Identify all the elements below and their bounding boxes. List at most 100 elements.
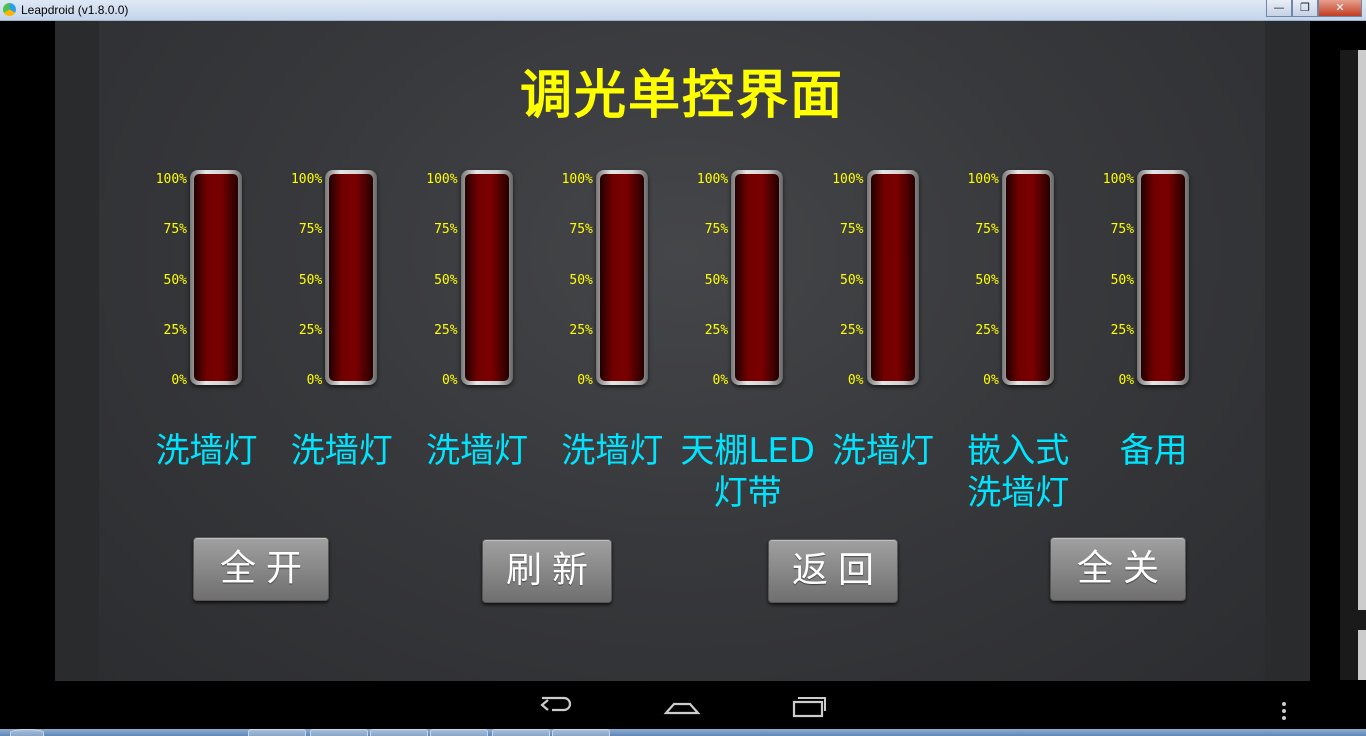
back-button[interactable]: 返回 — [768, 539, 898, 603]
slider-track[interactable] — [329, 174, 374, 381]
scale-label: 100% — [155, 172, 187, 187]
slider-track[interactable] — [870, 174, 915, 381]
scale-label: 0% — [577, 373, 593, 388]
scale-label: 25% — [569, 323, 593, 338]
strip-segment — [1358, 50, 1366, 610]
close-icon: ✕ — [1335, 1, 1345, 14]
dimmer-slider[interactable] — [190, 170, 242, 385]
nav-menu-button[interactable] — [1276, 687, 1292, 723]
taskbar-item[interactable] — [370, 729, 428, 736]
overflow-menu-icon — [1282, 702, 1286, 720]
dimmer-slider[interactable] — [1137, 170, 1190, 385]
window-controls: — ❐ ✕ — [1266, 0, 1362, 18]
slider-track[interactable] — [464, 174, 509, 381]
back-arrow-icon — [540, 696, 572, 712]
scale-label: 100% — [426, 172, 458, 187]
maximize-button[interactable]: ❐ — [1292, 0, 1318, 17]
page-title: 调光单控界面 — [519, 66, 844, 126]
scale-label: 25% — [298, 323, 323, 338]
slider-track[interactable] — [194, 174, 238, 381]
minimize-icon: — — [1273, 1, 1285, 14]
emulator-window: Leapdroid (v1.8.0.0) — ❐ ✕ 调光单控界面 100% 75… — [0, 0, 1366, 736]
all-on-button[interactable]: 全开 — [193, 537, 329, 601]
scale-label: 100% — [561, 172, 593, 187]
window-titlebar[interactable]: Leapdroid (v1.8.0.0) — ❐ ✕ — [0, 0, 1366, 21]
channel-name: 洗墙灯 — [426, 431, 529, 471]
side-scroll-strip — [1340, 50, 1366, 680]
dimmer-slider[interactable] — [731, 170, 784, 385]
scale-label: 75% — [434, 222, 458, 237]
home-icon — [663, 702, 701, 715]
scale-label: 100% — [967, 172, 999, 187]
dimmer-slider[interactable] — [595, 170, 648, 385]
dimmer-slider[interactable] — [866, 170, 919, 385]
scale-label: 0% — [441, 373, 458, 388]
scale-label: 50% — [1110, 273, 1135, 288]
all-off-button[interactable]: 全关 — [1050, 537, 1186, 601]
start-button[interactable] — [10, 729, 44, 736]
nav-home-button[interactable] — [663, 687, 701, 723]
scale-label: 75% — [298, 222, 323, 237]
nav-recents-button[interactable] — [790, 687, 828, 723]
scale-label: 75% — [840, 222, 864, 237]
scale-label: 50% — [298, 273, 323, 288]
window-title: Leapdroid (v1.8.0.0) — [21, 3, 129, 17]
dimmer-channel: 100% 75% 50% 25% 0% 洗墙灯 — [139, 169, 274, 499]
android-navbar — [0, 681, 1366, 729]
slider-track[interactable] — [1141, 174, 1186, 381]
restore-icon: ❐ — [1300, 1, 1310, 14]
channel-name: 洗墙灯 — [832, 431, 934, 471]
slider-track[interactable] — [599, 174, 644, 381]
channel-name: 嵌入式 洗墙灯 — [967, 431, 1070, 513]
scale-label: 0% — [983, 373, 999, 388]
scale-label: 75% — [569, 222, 593, 237]
channel-name: 天棚LED 灯带 — [680, 431, 815, 513]
taskbar-item[interactable] — [310, 729, 368, 736]
scale-label: 0% — [712, 373, 729, 388]
slider-track[interactable] — [1005, 174, 1050, 381]
scale-label: 100% — [290, 172, 323, 187]
dimmer-channel: 100% 75% 50% 25% 0% 天棚LED 灯带 — [680, 169, 815, 513]
scale-label: 100% — [696, 172, 729, 187]
dimmer-channel: 100% 75% 50% 25% 0% 洗墙灯 — [816, 169, 951, 499]
scale-label: 25% — [434, 323, 458, 338]
channel-name: 洗墙灯 — [155, 431, 258, 471]
scale-label: 50% — [163, 273, 187, 288]
scale-label: 25% — [163, 323, 187, 338]
scale-label: 50% — [704, 273, 729, 288]
strip-segment — [1358, 630, 1366, 680]
scale-label: 100% — [832, 172, 864, 187]
dimmer-slider[interactable] — [1001, 170, 1054, 385]
taskbar-item[interactable] — [248, 729, 306, 736]
nav-back-button[interactable] — [538, 687, 576, 723]
dimmer-slider[interactable] — [325, 170, 378, 385]
taskbar-item[interactable] — [430, 729, 488, 736]
refresh-button[interactable]: 刷新 — [482, 539, 612, 603]
android-screen: 调光单控界面 100% 75% 50% 25% 0% 洗墙灯 100% 75% 50% 25% 0%… — [55, 21, 1310, 681]
scale-label: 75% — [975, 222, 999, 237]
dimmer-channel: 100% 75% 50% 25% 0% 备用 — [1086, 169, 1221, 499]
close-button[interactable]: ✕ — [1318, 0, 1362, 17]
minimize-button[interactable]: — — [1266, 0, 1292, 17]
dimmer-channel: 100% 75% 50% 25% 0% 洗墙灯 — [545, 169, 680, 499]
scale-label: 50% — [840, 273, 864, 288]
channel-name: 洗墙灯 — [290, 431, 393, 471]
taskbar-item[interactable] — [492, 729, 550, 736]
scale-label: 75% — [163, 222, 187, 237]
scale-label: 25% — [840, 323, 864, 338]
scale-label: 75% — [704, 222, 729, 237]
taskbar-item[interactable] — [552, 729, 610, 736]
windows-taskbar — [0, 729, 1366, 736]
dimmer-channel: 100% 75% 50% 25% 0% 洗墙灯 — [274, 169, 409, 499]
dimmer-slider[interactable] — [460, 170, 513, 385]
scale-label: 25% — [1110, 323, 1135, 338]
slider-track[interactable] — [735, 174, 780, 381]
scale-label: 25% — [704, 323, 729, 338]
dimmer-channel: 100% 75% 50% 25% 0% 洗墙灯 — [410, 169, 545, 499]
scale-label: 50% — [975, 273, 999, 288]
recents-icon — [792, 697, 826, 718]
scale-label: 50% — [434, 273, 458, 288]
scale-label: 50% — [569, 273, 593, 288]
scale-label: 0% — [306, 373, 323, 388]
leapdroid-logo-icon — [3, 3, 16, 16]
